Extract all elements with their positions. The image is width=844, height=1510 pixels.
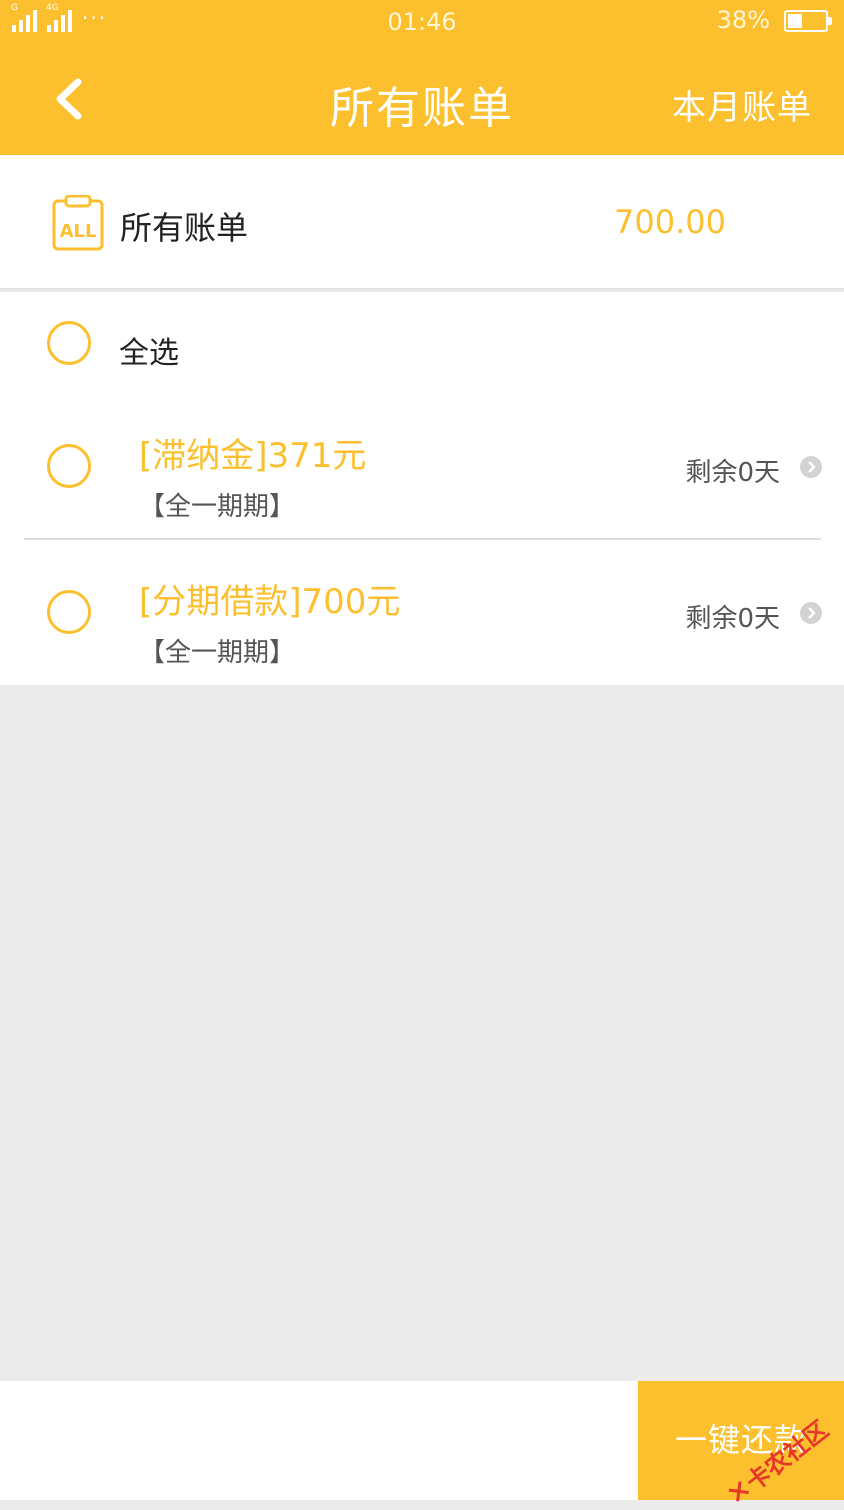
bill-radio[interactable]	[47, 444, 91, 488]
select-all-radio[interactable]	[47, 321, 91, 365]
footer-bar: 一键还款 卡农社区	[0, 1381, 844, 1501]
battery-icon	[784, 10, 832, 32]
all-clipboard-icon: ALL	[52, 195, 104, 251]
battery-percent: 38%	[716, 6, 770, 34]
bill-period: 【全一期期】	[139, 492, 296, 522]
bill-remaining: 剩余0天	[685, 458, 780, 488]
this-month-bills-link[interactable]: 本月账单	[672, 80, 812, 129]
select-all-label[interactable]: 全选	[119, 328, 179, 372]
all-icon-text: ALL	[60, 221, 97, 242]
bill-row[interactable]: [分期借款]700元 【全一期期】 剩余0天	[0, 566, 844, 711]
status-bar: G 4G ··· 01:46 38%	[0, 0, 844, 46]
row-divider	[24, 538, 821, 540]
bill-radio[interactable]	[47, 590, 91, 634]
bill-list: 全选 [滞纳金]371元 【全一期期】 剩余0天 [分期借款]700元 【全一期…	[0, 292, 844, 685]
bill-title: [滞纳金]371元	[139, 436, 367, 476]
bill-remaining: 剩余0天	[685, 604, 780, 634]
app-header: G 4G ··· 01:46 38% 所有账单 本月账单	[0, 0, 844, 155]
bill-period: 【全一期期】	[139, 638, 296, 668]
bill-row[interactable]: [滞纳金]371元 【全一期期】 剩余0天	[0, 420, 844, 565]
bill-title: [分期借款]700元	[139, 582, 401, 622]
all-bills-summary: ALL 所有账单 700.00	[0, 155, 844, 290]
chevron-right-icon	[800, 456, 822, 478]
summary-label: 所有账单	[120, 209, 249, 247]
chevron-right-icon	[800, 602, 822, 624]
battery-fill	[788, 14, 802, 28]
summary-amount: 700.00	[614, 203, 726, 241]
